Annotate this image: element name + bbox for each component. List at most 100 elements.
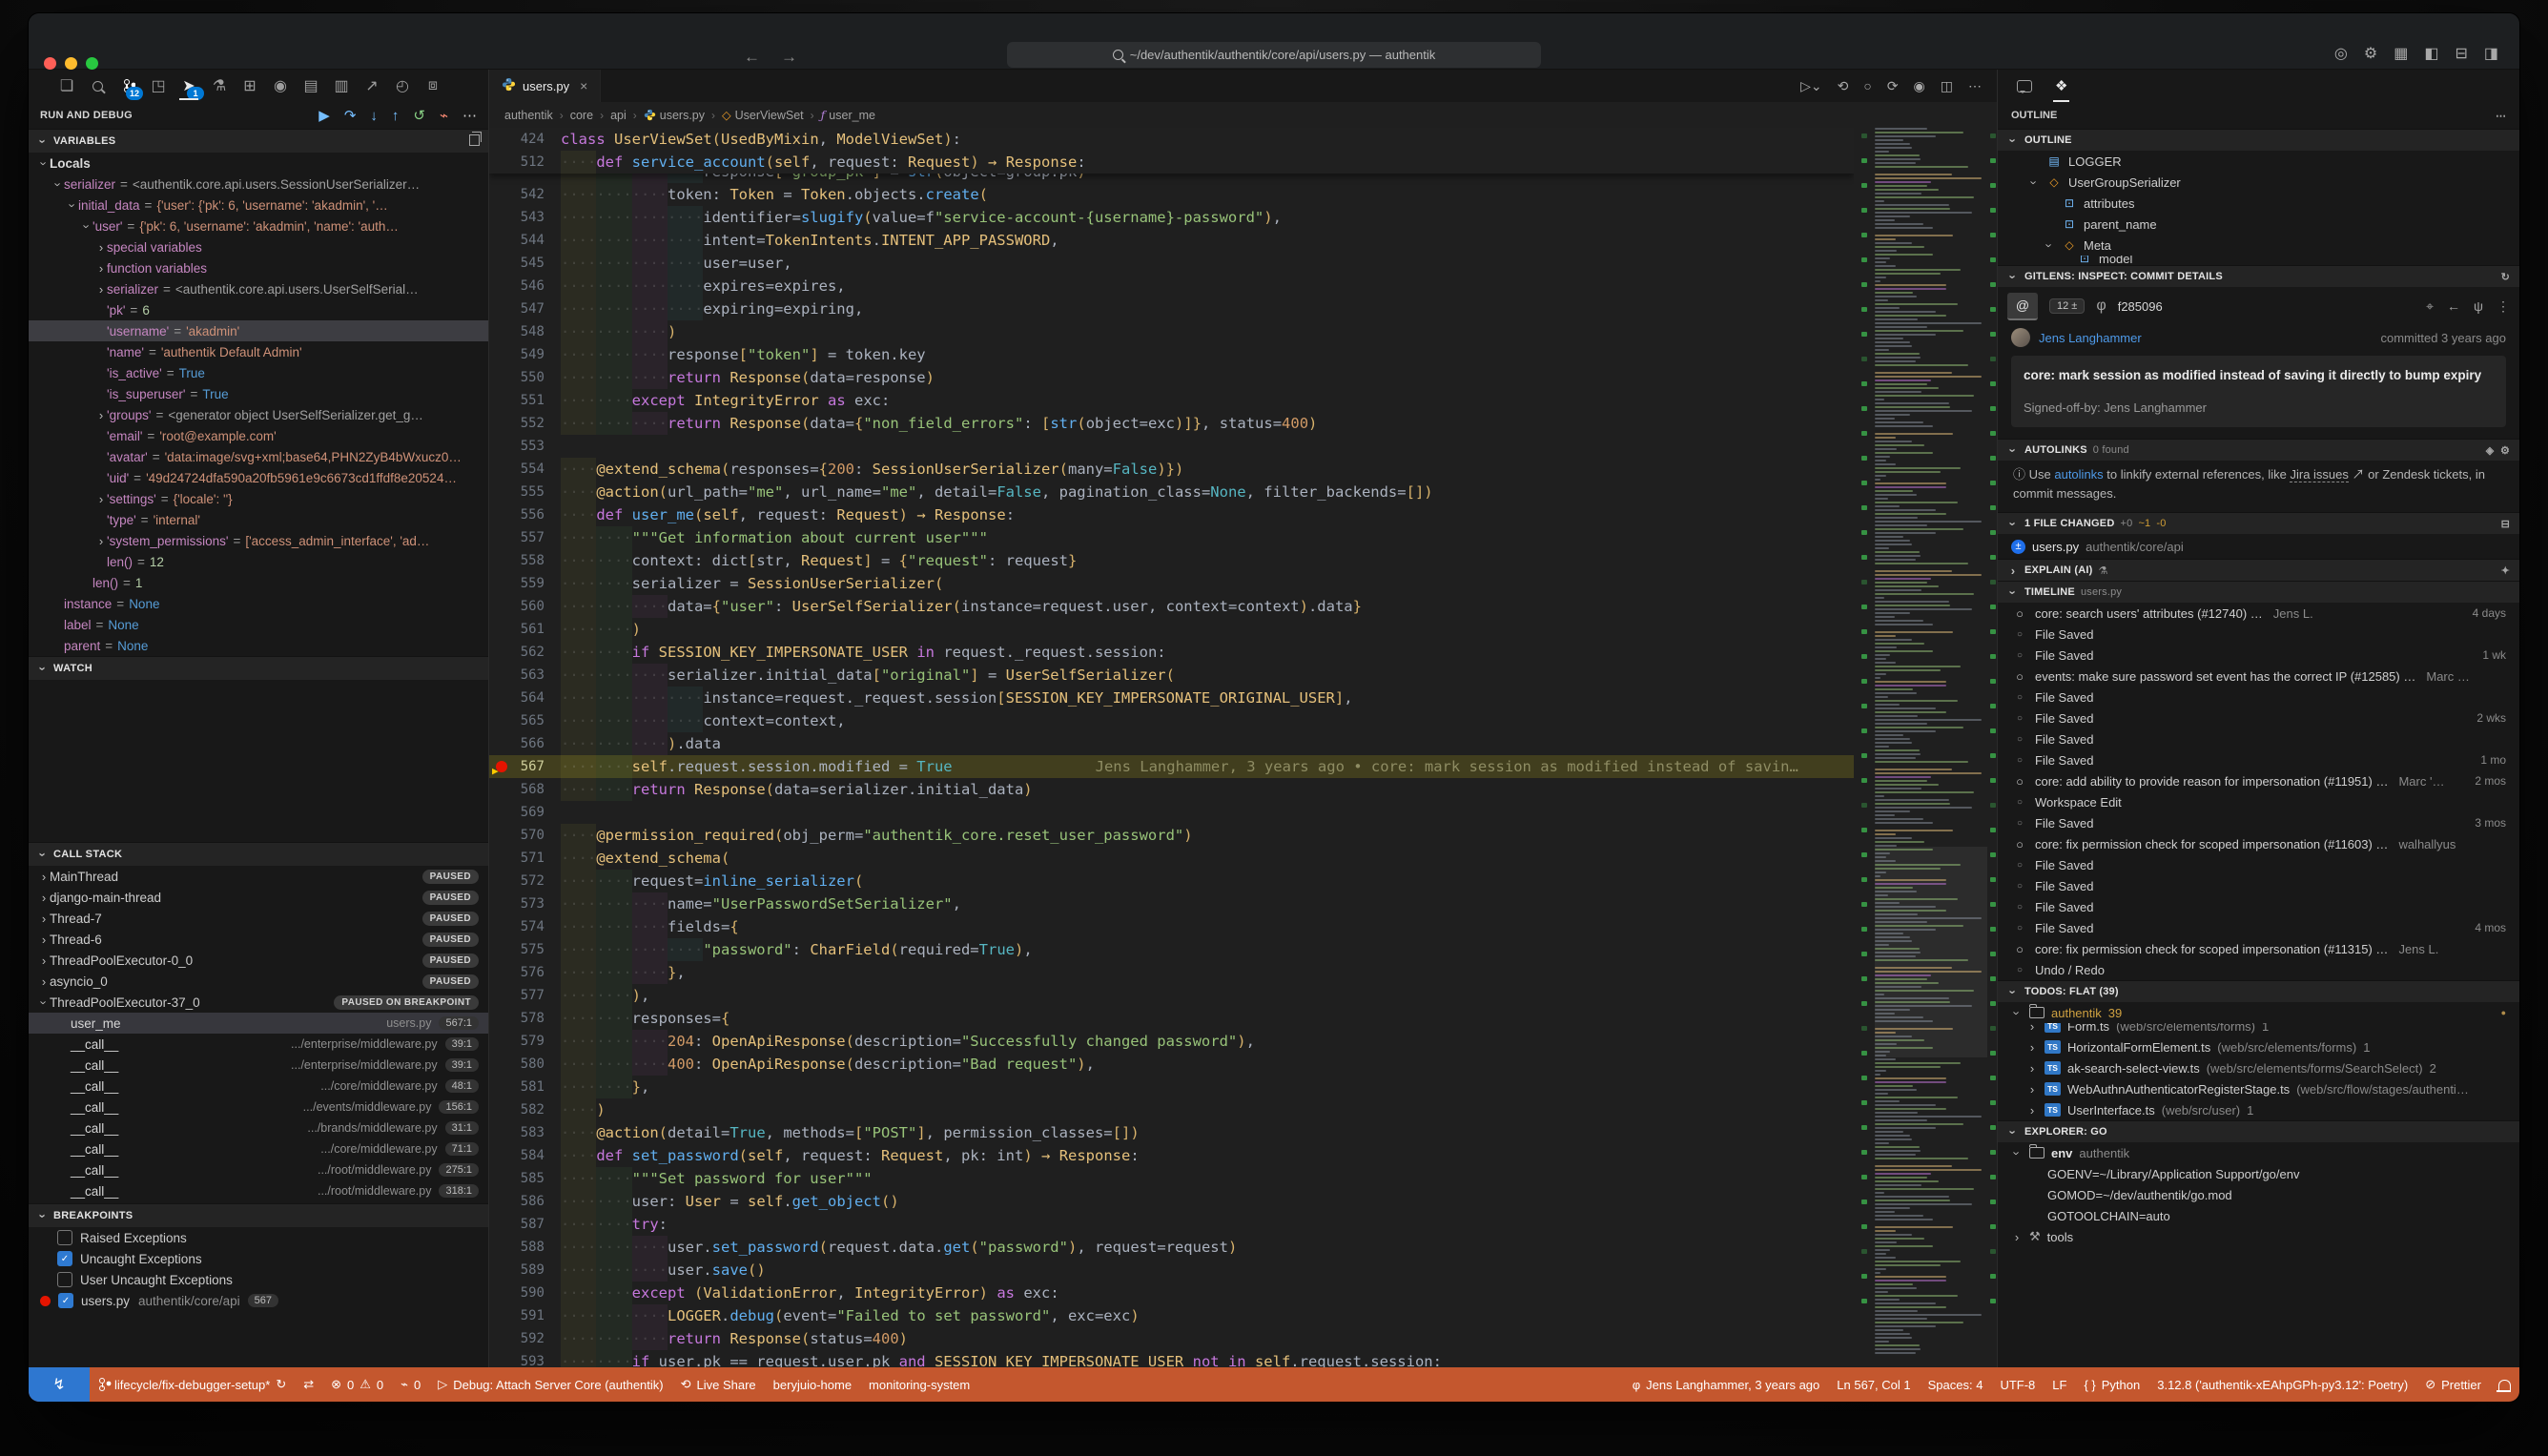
variable-row[interactable]: 'pk'=6: [29, 299, 488, 320]
status-git-branch[interactable]: lifecycle/fix-debugger-setup*↻: [90, 1367, 295, 1402]
variable-row[interactable]: ›'user'={'pk': 6, 'username': 'akadmin',…: [29, 215, 488, 236]
checkbox[interactable]: [57, 1230, 72, 1245]
copy-icon[interactable]: [469, 134, 480, 146]
code-line[interactable]: 570····@permission_required(obj_perm="au…: [489, 824, 1854, 847]
variable-row[interactable]: ›initial_data={'user': {'pk': 6, 'userna…: [29, 195, 488, 215]
variables-panel-header[interactable]: › VARIABLES: [29, 129, 488, 153]
variable-row[interactable]: 'name'='authentik Default Admin': [29, 341, 488, 362]
timeline-item[interactable]: ○core: fix permission check for scoped i…: [1998, 833, 2519, 854]
code-line[interactable]: 549············response["token"] = token…: [489, 343, 1854, 366]
status-encoding[interactable]: UTF-8: [1991, 1367, 2044, 1402]
changed-file-row[interactable]: ± users.py authentik/core/api: [1998, 534, 2519, 559]
files-changed-section-header[interactable]: › 1 FILE CHANGED +0 ~1 -0 ⊟: [1998, 512, 2519, 534]
next-change-icon[interactable]: ⟳: [1887, 78, 1899, 94]
code-line[interactable]: 547················expiring=expiring,: [489, 297, 1854, 320]
code-line[interactable]: 559········serializer = SessionUserSeria…: [489, 572, 1854, 595]
code-line[interactable]: 554····@extend_schema(responses={200: Se…: [489, 458, 1854, 481]
code-line[interactable]: 545················user=user,: [489, 252, 1854, 275]
variable-row[interactable]: ›'groups'=<generator object UserSelfSeri…: [29, 404, 488, 425]
minimize-window-button[interactable]: [65, 57, 77, 70]
pipeline-icon[interactable]: ◴: [389, 72, 416, 100]
code-line[interactable]: 579············204: OpenApiResponse(desc…: [489, 1030, 1854, 1053]
thread-row[interactable]: ›asyncio_0PAUSED: [29, 971, 488, 992]
timeline-item[interactable]: ○File Saved: [1998, 728, 2519, 749]
code-line[interactable]: ················response["group_pk"] = s…: [489, 174, 1854, 183]
variable-row[interactable]: parent=None: [29, 635, 488, 656]
variable-row[interactable]: 'type'='internal': [29, 509, 488, 530]
variable-row[interactable]: ›'settings'={'locale': ''}: [29, 488, 488, 509]
variable-row[interactable]: instance=None: [29, 593, 488, 614]
thread-row[interactable]: ›ThreadPoolExecutor-0_0PAUSED: [29, 950, 488, 971]
go-tools-row[interactable]: ›⚒tools: [1998, 1226, 2519, 1247]
stack-frame-row[interactable]: __call__.../brands/middleware.py31:1: [29, 1118, 488, 1138]
more-actions-icon[interactable]: ⋯: [2496, 110, 2506, 122]
outline-section-header[interactable]: › OUTLINE: [1998, 129, 2519, 151]
status-live-share[interactable]: ⟲Live Share: [672, 1367, 765, 1402]
source-control-graph-icon[interactable]: ◉: [1914, 78, 1925, 94]
github-icon[interactable]: ◉: [267, 72, 294, 100]
variable-row[interactable]: ›Locals: [29, 153, 488, 174]
go-env-var[interactable]: GOMOD=~/dev/authentik/go.mod: [1998, 1184, 2519, 1205]
timeline-item[interactable]: ○File Saved1 mo: [1998, 749, 2519, 770]
panel-bottom-toggle-icon[interactable]: ⊟: [2455, 44, 2467, 63]
status-notifications[interactable]: [2490, 1367, 2519, 1402]
step-into-icon[interactable]: ↓: [370, 108, 378, 124]
code-line[interactable]: 569: [489, 801, 1854, 824]
code-line[interactable]: 542············token: Token = Token.obje…: [489, 183, 1854, 206]
todo-file-row[interactable]: ›TSHorizontalFormElement.ts(web/src/elem…: [1998, 1036, 2519, 1057]
code-line[interactable]: 581········},: [489, 1076, 1854, 1098]
search-icon[interactable]: [84, 72, 111, 100]
timeline-section-header[interactable]: › TIMELINE users.py: [1998, 581, 2519, 603]
continue-icon[interactable]: ▶: [318, 107, 330, 124]
outline-item[interactable]: ›◇UserGroupSerializer: [1998, 172, 2519, 193]
command-center[interactable]: ~/dev/authentik/authentik/core/api/users…: [1007, 42, 1541, 68]
timeline-item[interactable]: ○File Saved: [1998, 875, 2519, 896]
code-line[interactable]: 552············return Response(data={"no…: [489, 412, 1854, 435]
breadcrumb-item[interactable]: core: [570, 109, 593, 122]
code-line[interactable]: 551········except IntegrityError as exc:: [489, 389, 1854, 412]
status-indentation[interactable]: Spaces: 4: [1920, 1367, 1992, 1402]
code-line[interactable]: 587········try:: [489, 1213, 1854, 1236]
status-eol[interactable]: LF: [2044, 1367, 2075, 1402]
breadcrumb-item[interactable]: ◇UserViewSet: [722, 108, 804, 122]
code-line[interactable]: 543················identifier=slugify(va…: [489, 206, 1854, 229]
settings-gear-icon[interactable]: ⚙: [2364, 44, 2377, 63]
breakpoint-row[interactable]: Raised Exceptions: [29, 1227, 488, 1248]
status-remote-indicator[interactable]: ↯: [29, 1367, 90, 1402]
checkbox[interactable]: [57, 1272, 72, 1287]
watch-panel-header[interactable]: › WATCH: [29, 656, 488, 680]
code-line[interactable]: 550············return Response(data=resp…: [489, 366, 1854, 389]
breakpoint-row[interactable]: ✓Uncaught Exceptions: [29, 1248, 488, 1269]
explorer-icon[interactable]: ❏: [53, 72, 80, 100]
stack-frame-row[interactable]: user_meusers.py567:1: [29, 1013, 488, 1034]
breakpoint-row[interactable]: User Uncaught Exceptions: [29, 1269, 488, 1290]
variable-row[interactable]: 'uid'='49d24724dfa590a20fb5961e9c6673cd1…: [29, 467, 488, 488]
code-line[interactable]: 578········responses={: [489, 1007, 1854, 1030]
status-prettier[interactable]: ⊘Prettier: [2416, 1367, 2490, 1402]
explain-ai-section-header[interactable]: › EXPLAIN (AI) ⚗ ✦: [1998, 559, 2519, 581]
outline-item[interactable]: ›◇Meta: [1998, 235, 2519, 256]
previous-change-icon[interactable]: ⟲: [1838, 78, 1849, 94]
variable-row[interactable]: 'email'='root@example.com': [29, 425, 488, 446]
code-line[interactable]: 565················context=context,: [489, 709, 1854, 732]
timeline-item[interactable]: ○File Saved: [1998, 687, 2519, 707]
commit-sha[interactable]: f285096: [2118, 299, 2163, 314]
todos-section-header[interactable]: › TODOS: FLAT (39): [1998, 980, 2519, 1002]
step-out-icon[interactable]: ↑: [392, 108, 400, 124]
code-line[interactable]: 575················"password": CharField…: [489, 938, 1854, 961]
variable-row[interactable]: label=None: [29, 614, 488, 635]
code-line[interactable]: 591············LOGGER.debug(event="Faile…: [489, 1304, 1854, 1327]
stack-frame-row[interactable]: __call__.../enterprise/middleware.py39:1: [29, 1034, 488, 1055]
autolinks-section-header[interactable]: › AUTOLINKS 0 found ◈ ⚙: [1998, 439, 2519, 461]
code-line[interactable]: 590········except (ValidationError, Inte…: [489, 1282, 1854, 1304]
collapse-icon[interactable]: ⊟: [2501, 518, 2510, 530]
thread-row[interactable]: ›django-main-threadPAUSED: [29, 887, 488, 908]
timeline-item[interactable]: ○core: fix permission check for scoped i…: [1998, 938, 2519, 959]
status-python-interpreter[interactable]: 3.12.8 ('authentik-xEAhpGPh-py3.12': Poe…: [2148, 1367, 2416, 1402]
code-line[interactable]: 512····def service_account(self, request…: [489, 151, 1854, 174]
code-line[interactable]: 562········if SESSION_KEY_IMPERSONATE_US…: [489, 641, 1854, 664]
variable-row[interactable]: ›'system_permissions'=['access_admin_int…: [29, 530, 488, 551]
code-line[interactable]: 588············user.set_password(request…: [489, 1236, 1854, 1259]
tab-outline-view[interactable]: ❖: [2055, 70, 2067, 102]
breadcrumb-item[interactable]: users.py: [644, 109, 705, 122]
